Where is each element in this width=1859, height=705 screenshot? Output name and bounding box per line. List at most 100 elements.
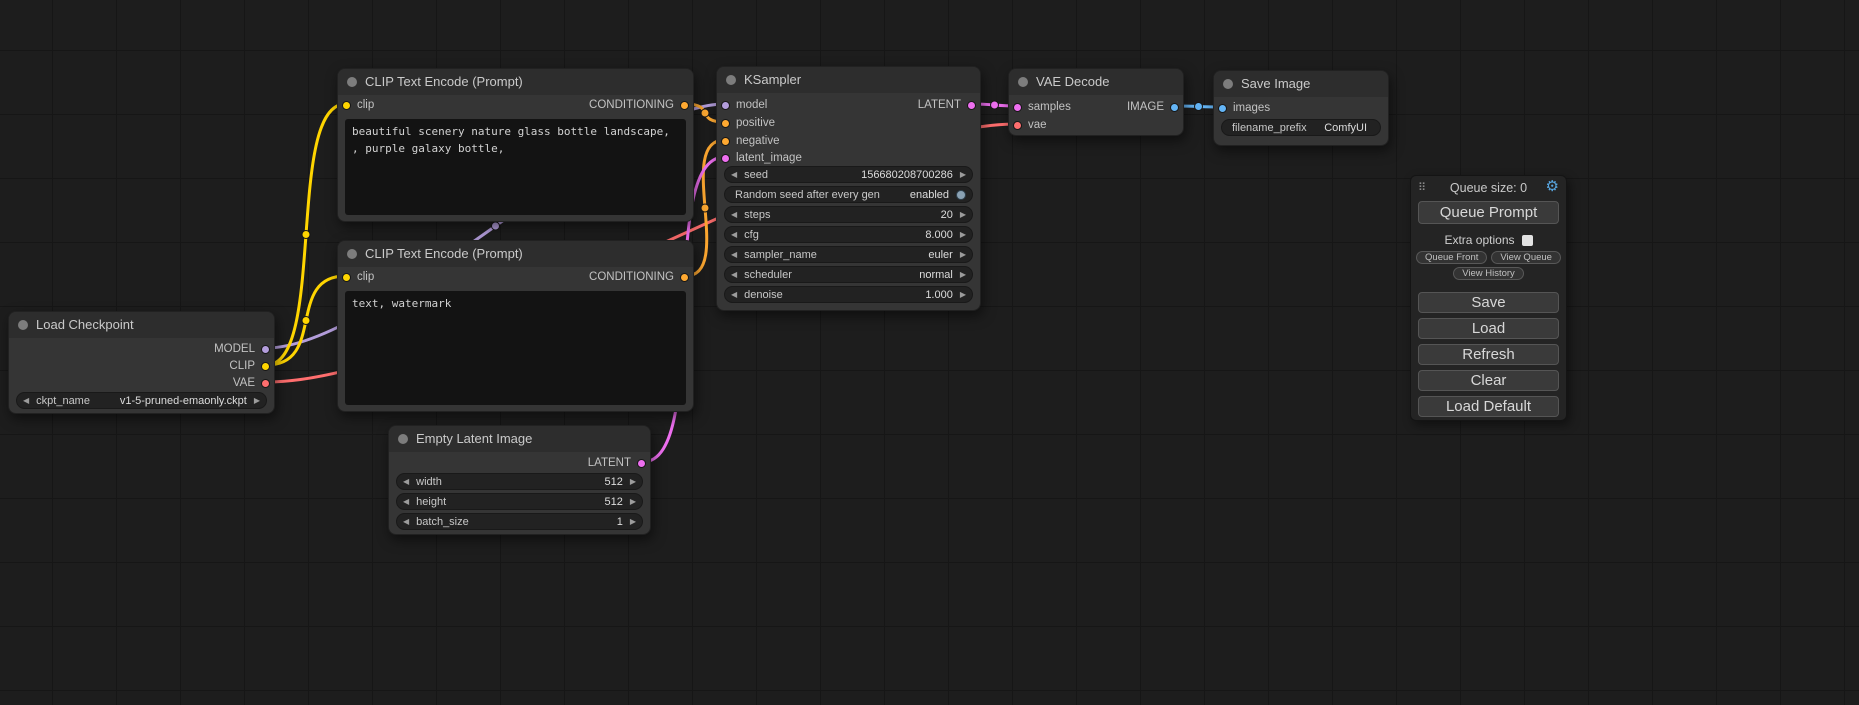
clip-input-dot[interactable] — [342, 273, 351, 282]
positive-input-dot[interactable] — [721, 119, 730, 128]
increment-arrow-icon[interactable]: ▶ — [630, 478, 636, 486]
slot-row: model LATENT — [717, 96, 980, 114]
filename-prefix-widget[interactable]: filename_prefix ComfyUI — [1221, 119, 1381, 136]
cfg-widget[interactable]: ◀ cfg 8.000 ▶ — [724, 226, 973, 243]
clip-output-dot[interactable] — [261, 362, 270, 371]
model-input-dot[interactable] — [721, 101, 730, 110]
decrement-arrow-icon[interactable]: ◀ — [23, 397, 29, 405]
save-button[interactable]: Save — [1418, 292, 1559, 313]
queue-size-label: Queue size: 0 — [1450, 181, 1527, 195]
node-title-bar[interactable]: Empty Latent Image — [389, 426, 650, 452]
refresh-button[interactable]: Refresh — [1418, 344, 1559, 365]
clip-input-dot[interactable] — [342, 101, 351, 110]
collapse-dot[interactable] — [1223, 79, 1233, 89]
image-output-dot[interactable] — [1170, 103, 1179, 112]
collapse-dot[interactable] — [726, 75, 736, 85]
node-canvas[interactable]: Load Checkpoint MODEL CLIP VAE ◀ ckpt_na… — [0, 0, 1859, 705]
width-widget[interactable]: ◀ width 512 ▶ — [396, 473, 643, 490]
node-ksampler[interactable]: KSampler model LATENT positive negative … — [716, 66, 981, 311]
node-title: Save Image — [1241, 76, 1310, 91]
increment-arrow-icon[interactable]: ▶ — [960, 291, 966, 299]
collapse-dot[interactable] — [1018, 77, 1028, 87]
images-input-dot[interactable] — [1218, 104, 1227, 113]
conditioning-output-dot[interactable] — [680, 273, 689, 282]
slot-row: samples IMAGE — [1009, 98, 1183, 116]
settings-gear-icon[interactable]: ⚙ — [1546, 175, 1559, 199]
latent-output-dot[interactable] — [967, 101, 976, 110]
queue-panel[interactable]: ⠿ Queue size: 0 ⚙ Queue Prompt Extra opt… — [1410, 175, 1567, 421]
queue-prompt-button[interactable]: Queue Prompt — [1418, 201, 1559, 224]
increment-arrow-icon[interactable]: ▶ — [960, 271, 966, 279]
vae-input-dot[interactable] — [1013, 121, 1022, 130]
node-save-image[interactable]: Save Image images filename_prefix ComfyU… — [1213, 70, 1389, 146]
batch-size-widget[interactable]: ◀ batch_size 1 ▶ — [396, 513, 643, 530]
ckpt-name-widget[interactable]: ◀ ckpt_name v1-5-pruned-emaonly.ckpt ▶ — [16, 392, 267, 409]
output-slot-latent: LATENT — [389, 454, 650, 472]
node-empty-latent-image[interactable]: Empty Latent Image LATENT ◀ width 512 ▶ … — [388, 425, 651, 535]
seed-widget[interactable]: ◀ seed 156680208700286 ▶ — [724, 166, 973, 183]
node-title-bar[interactable]: CLIP Text Encode (Prompt) — [338, 69, 693, 95]
increment-arrow-icon[interactable]: ▶ — [960, 171, 966, 179]
height-widget[interactable]: ◀ height 512 ▶ — [396, 493, 643, 510]
scheduler-widget[interactable]: ◀ scheduler normal ▶ — [724, 266, 973, 283]
increment-arrow-icon[interactable]: ▶ — [960, 231, 966, 239]
decrement-arrow-icon[interactable]: ◀ — [731, 171, 737, 179]
decrement-arrow-icon[interactable]: ◀ — [731, 211, 737, 219]
increment-arrow-icon[interactable]: ▶ — [254, 397, 260, 405]
node-title-bar[interactable]: KSampler — [717, 67, 980, 93]
sampler-name-widget[interactable]: ◀ sampler_name euler ▶ — [724, 246, 973, 263]
node-title: VAE Decode — [1036, 74, 1109, 89]
queue-front-button[interactable]: Queue Front — [1416, 251, 1487, 264]
extra-options-checkbox[interactable] — [1522, 235, 1533, 246]
drag-handle-icon[interactable]: ⠿ — [1418, 176, 1426, 200]
collapse-dot[interactable] — [347, 249, 357, 259]
toggle-knob[interactable] — [956, 190, 966, 200]
increment-arrow-icon[interactable]: ▶ — [960, 211, 966, 219]
increment-arrow-icon[interactable]: ▶ — [630, 518, 636, 526]
samples-input-dot[interactable] — [1013, 103, 1022, 112]
node-title-bar[interactable]: VAE Decode — [1009, 69, 1183, 95]
latent-output-dot[interactable] — [637, 459, 646, 468]
random-seed-toggle-widget[interactable]: Random seed after every gen enabled — [724, 186, 973, 203]
output-slot-clip: CLIP — [9, 357, 274, 375]
decrement-arrow-icon[interactable]: ◀ — [731, 271, 737, 279]
increment-arrow-icon[interactable]: ▶ — [630, 498, 636, 506]
node-title: CLIP Text Encode (Prompt) — [365, 246, 523, 261]
decrement-arrow-icon[interactable]: ◀ — [403, 478, 409, 486]
link-midpoint-dot — [991, 101, 999, 109]
decrement-arrow-icon[interactable]: ◀ — [731, 291, 737, 299]
node-clip-text-encode-negative[interactable]: CLIP Text Encode (Prompt) clip CONDITION… — [337, 240, 694, 412]
slot-label: CLIP — [229, 360, 255, 372]
widget-label: width — [416, 476, 604, 488]
load-button[interactable]: Load — [1418, 318, 1559, 339]
node-title-bar[interactable]: CLIP Text Encode (Prompt) — [338, 241, 693, 267]
decrement-arrow-icon[interactable]: ◀ — [731, 251, 737, 259]
conditioning-output-dot[interactable] — [680, 101, 689, 110]
negative-prompt-textarea[interactable]: text, watermark — [345, 291, 686, 405]
node-vae-decode[interactable]: VAE Decode samples IMAGE vae — [1008, 68, 1184, 136]
decrement-arrow-icon[interactable]: ◀ — [731, 231, 737, 239]
view-history-button[interactable]: View History — [1453, 267, 1524, 280]
collapse-dot[interactable] — [347, 77, 357, 87]
node-title-bar[interactable]: Save Image — [1214, 71, 1388, 97]
widget-label: cfg — [744, 229, 925, 241]
model-output-dot[interactable] — [261, 345, 270, 354]
decrement-arrow-icon[interactable]: ◀ — [403, 498, 409, 506]
denoise-widget[interactable]: ◀ denoise 1.000 ▶ — [724, 286, 973, 303]
decrement-arrow-icon[interactable]: ◀ — [403, 518, 409, 526]
negative-input-dot[interactable] — [721, 137, 730, 146]
slot-label: IMAGE — [1127, 101, 1164, 113]
node-load-checkpoint[interactable]: Load Checkpoint MODEL CLIP VAE ◀ ckpt_na… — [8, 311, 275, 414]
collapse-dot[interactable] — [398, 434, 408, 444]
node-clip-text-encode-positive[interactable]: CLIP Text Encode (Prompt) clip CONDITION… — [337, 68, 694, 222]
vae-output-dot[interactable] — [261, 379, 270, 388]
clear-button[interactable]: Clear — [1418, 370, 1559, 391]
latent-image-input-dot[interactable] — [721, 154, 730, 163]
node-title-bar[interactable]: Load Checkpoint — [9, 312, 274, 338]
increment-arrow-icon[interactable]: ▶ — [960, 251, 966, 259]
load-default-button[interactable]: Load Default — [1418, 396, 1559, 417]
collapse-dot[interactable] — [18, 320, 28, 330]
view-queue-button[interactable]: View Queue — [1491, 251, 1561, 264]
steps-widget[interactable]: ◀ steps 20 ▶ — [724, 206, 973, 223]
positive-prompt-textarea[interactable]: beautiful scenery nature glass bottle la… — [345, 119, 686, 215]
